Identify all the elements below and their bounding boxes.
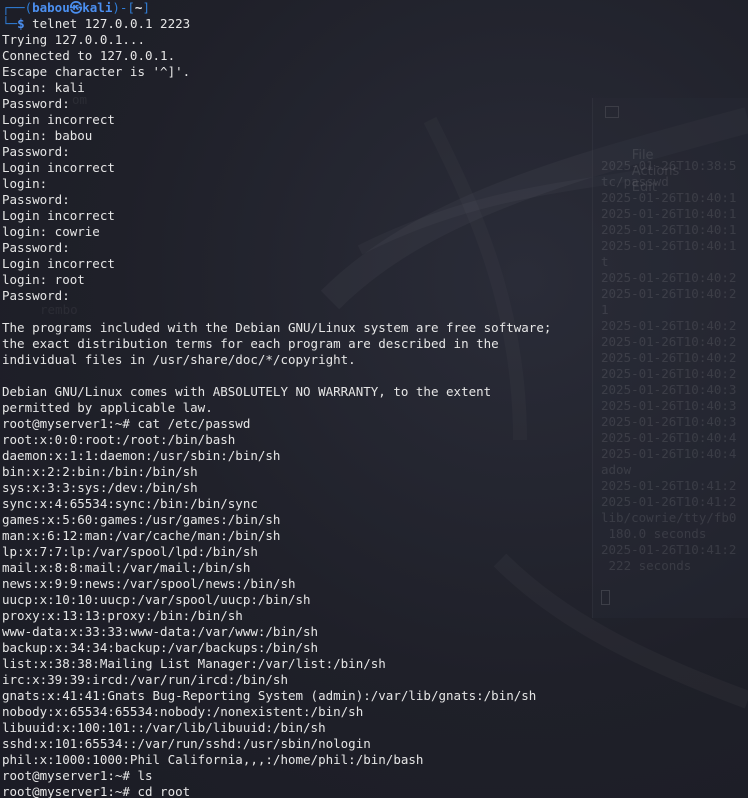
output-line: the exact distribution terms for each pr… [2,336,499,351]
prompt-command: telnet 127.0.0.1 2223 [24,16,191,31]
output-line: root:x:0:0:root:/root:/bin/bash [2,432,236,447]
output-line: Password: [2,192,70,207]
output-line: login: [2,176,48,191]
output-line: Trying 127.0.0.1... [2,32,145,47]
prompt-dir-open: )-[ [112,0,135,15]
output-line: login: kali [2,80,85,95]
output-line: mail:x:8:8:mail:/var/mail:/bin/sh [2,560,251,575]
output-line: root@myserver1:~# cat /etc/passwd [2,416,251,431]
output-line: Escape character is '^]'. [2,64,191,79]
output-line: nobody:x:65534:65534:nobody:/nonexistent… [2,704,364,719]
output-line: Password: [2,144,70,159]
output-line: www-data:x:33:33:www-data:/var/www:/bin/… [2,624,319,639]
output-line: games:x:5:60:games:/usr/games:/bin/sh [2,512,281,527]
output-line: Password: [2,240,70,255]
prompt-frame-bottom: └─ [2,16,18,31]
output-line: libuuid:x:100:101::/var/lib/libuuid:/bin… [2,720,326,735]
output-line: bin:x:2:2:bin:/bin:/bin/sh [2,464,198,479]
output-line: sshd:x:101:65534::/var/run/sshd:/usr/sbi… [2,736,371,751]
output-line: Login incorrect [2,112,115,127]
output-line: backup:x:34:34:backup:/var/backups:/bin/… [2,640,319,655]
output-line: proxy:x:13:13:proxy:/bin:/bin/sh [2,608,243,623]
terminal-window[interactable]: om rembo File Actions Edit 2025-01-26T10… [0,0,748,798]
output-line: Login incorrect [2,208,115,223]
output-lines: Trying 127.0.0.1... Connected to 127.0.0.… [2,32,748,798]
prompt-dir-close: ] [142,0,150,15]
output-line: news:x:9:9:news:/var/spool/news:/bin/sh [2,576,296,591]
output-line: irc:x:39:39:ircd:/var/run/ircd:/bin/sh [2,672,288,687]
shell-command-line: └─$ telnet 127.0.0.1 2223 [2,16,748,32]
prompt-user-host: babou㉿kali [32,0,113,15]
output-line: lp:x:7:7:lp:/var/spool/lpd:/bin/sh [2,544,258,559]
output-line: root@myserver1:~# cd root [2,784,191,798]
output-line: login: babou [2,128,93,143]
output-line: login: cowrie [2,224,100,239]
output-line: sync:x:4:65534:sync:/bin:/bin/sync [2,496,258,511]
output-line: Login incorrect [2,160,115,175]
output-line: gnats:x:41:41:Gnats Bug-Reporting System… [2,688,537,703]
output-line: uucp:x:10:10:uucp:/var/spool/uucp:/bin/s… [2,592,311,607]
output-line: permitted by applicable law. [2,400,213,415]
prompt-dollar: $ [17,16,25,31]
output-line: Password: [2,288,70,303]
output-line: root@myserver1:~# ls [2,768,153,783]
output-line: list:x:38:38:Mailing List Manager:/var/l… [2,656,386,671]
output-line: login: root [2,272,85,287]
output-line: Debian GNU/Linux comes with ABSOLUTELY N… [2,384,492,399]
output-line: man:x:6:12:man:/var/cache/man:/bin/sh [2,528,281,543]
output-line: The programs included with the Debian GN… [2,320,552,335]
output-line: daemon:x:1:1:daemon:/usr/sbin:/bin/sh [2,448,281,463]
output-line: phil:x:1000:1000:Phil California,,,:/hom… [2,752,424,767]
output-line: Password: [2,96,70,111]
shell-prompt-header: ┌──(babou㉿kali)-[~] [2,0,748,16]
output-line: sys:x:3:3:sys:/dev:/bin/sh [2,480,198,495]
output-line: individual files in /usr/share/doc/*/cop… [2,352,356,367]
output-line: Connected to 127.0.0.1. [2,48,176,63]
output-line: Login incorrect [2,256,115,271]
terminal-output: ┌──(babou㉿kali)-[~] └─$ telnet 127.0.0.1… [2,0,748,798]
prompt-frame-top: ┌──( [2,0,33,15]
